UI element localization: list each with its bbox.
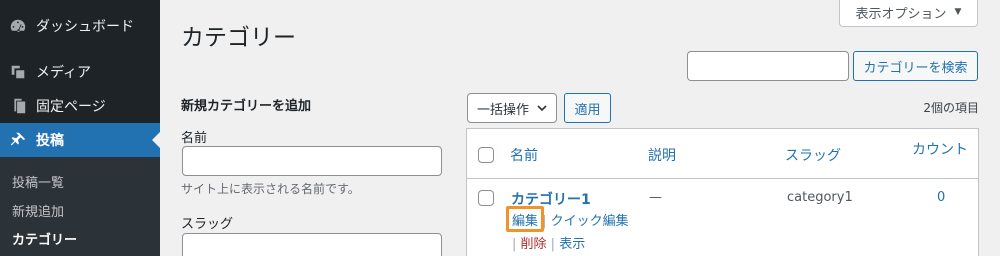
screen-options-button[interactable]: 表示オプション ▼ bbox=[839, 0, 978, 27]
sidebar-item-posts[interactable]: 投稿 bbox=[0, 123, 160, 157]
page-title: カテゴリー bbox=[181, 25, 296, 51]
row-description: — bbox=[649, 190, 662, 205]
dashboard-icon bbox=[8, 16, 28, 36]
column-name[interactable]: 名前 bbox=[510, 145, 538, 165]
sidebar-item-label: 投稿 bbox=[36, 133, 64, 149]
select-all-checkbox[interactable] bbox=[478, 147, 494, 163]
sidebar-item-label: ダッシュボード bbox=[36, 19, 134, 35]
screen-options-label: 表示オプション bbox=[855, 6, 947, 22]
column-description[interactable]: 説明 bbox=[648, 145, 676, 165]
submenu-item-add-new[interactable]: 新規追加 bbox=[12, 201, 64, 220]
view-link[interactable]: 表示 bbox=[559, 237, 585, 252]
sidebar-item-label: メディア bbox=[36, 65, 92, 81]
edit-highlight-box bbox=[506, 206, 544, 232]
active-indicator bbox=[152, 132, 160, 148]
items-count: 2個の項目 bbox=[923, 101, 979, 115]
apply-button[interactable]: 適用 bbox=[564, 93, 611, 123]
posts-submenu: 投稿一覧 新規追加 カテゴリー bbox=[0, 157, 160, 256]
categories-table: 名前 説明 スラッグ カウント カテゴリー1 — category1 0 編集 … bbox=[466, 128, 979, 256]
delete-link[interactable]: 削除 bbox=[521, 237, 547, 252]
add-category-heading: 新規カテゴリーを追加 bbox=[181, 99, 312, 114]
submenu-item-all-posts[interactable]: 投稿一覧 bbox=[12, 172, 64, 191]
sidebar-item-media[interactable]: メディア bbox=[0, 55, 160, 89]
row-actions-secondary: | 削除 | 表示 bbox=[512, 233, 585, 252]
separator: | bbox=[550, 237, 560, 252]
bulk-action-value: 一括操作 bbox=[477, 102, 530, 118]
row-slug: category1 bbox=[787, 190, 853, 205]
pin-icon bbox=[8, 130, 28, 150]
page-icon bbox=[8, 96, 28, 116]
submenu-item-categories[interactable]: カテゴリー bbox=[12, 229, 77, 248]
search-categories-button[interactable]: カテゴリーを検索 bbox=[853, 51, 978, 81]
bulk-action-select[interactable]: 一括操作 bbox=[467, 93, 557, 123]
column-slug[interactable]: スラッグ bbox=[785, 145, 841, 165]
separator: | bbox=[512, 237, 521, 252]
chevron-down-icon bbox=[537, 105, 547, 112]
search-input[interactable] bbox=[687, 51, 849, 81]
slug-field[interactable] bbox=[182, 233, 442, 256]
name-description: サイト上に表示される名前です。 bbox=[181, 182, 360, 196]
sidebar-item-label: 固定ページ bbox=[36, 99, 106, 115]
sidebar-item-pages[interactable]: 固定ページ bbox=[0, 89, 160, 123]
name-label: 名前 bbox=[181, 131, 208, 146]
triangle-down-icon: ▼ bbox=[954, 7, 962, 17]
media-icon bbox=[8, 62, 28, 82]
slug-label: スラッグ bbox=[181, 217, 234, 232]
name-field[interactable] bbox=[182, 146, 442, 176]
row-checkbox[interactable] bbox=[478, 190, 494, 206]
sidebar-item-dashboard[interactable]: ダッシュボード bbox=[0, 9, 160, 43]
quick-edit-link[interactable]: クイック編集 bbox=[551, 214, 629, 229]
table-header: 名前 説明 スラッグ カウント bbox=[467, 129, 978, 179]
admin-sidebar: ダッシュボード メディア 固定ページ 投稿 投稿一覧 新規追加 カテゴリー bbox=[0, 0, 160, 256]
row-count-link[interactable]: 0 bbox=[937, 190, 945, 205]
column-count[interactable]: カウント bbox=[912, 139, 968, 159]
